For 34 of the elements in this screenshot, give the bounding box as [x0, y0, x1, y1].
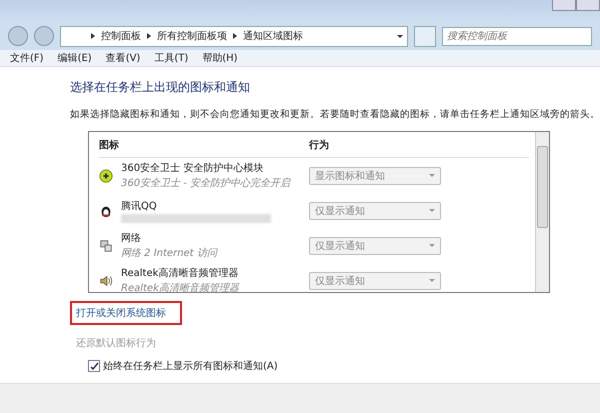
- breadcrumb[interactable]: 所有控制面板项: [157, 29, 227, 43]
- window-button[interactable]: [576, 0, 600, 11]
- link[interactable]: 打开或关闭系统图标: [70, 301, 182, 325]
- description: 如果选择隐藏图标和通知，则不会向您通知更改和更新。若要随时查看隐藏的图标，请单击任务栏上通知区域旁的箭头。: [70, 108, 600, 121]
- menu-item[interactable]: 工具(T): [154, 51, 188, 65]
- app-name: Realtek高清晰音频管理器: [121, 266, 240, 280]
- column-header: 图标: [99, 138, 120, 152]
- app-name: 腾讯QQ: [121, 200, 158, 212]
- checkbox-label: 始终在任务栏上显示所有图标和通知(A): [103, 360, 278, 373]
- window-button[interactable]: [552, 0, 576, 11]
- search-field[interactable]: 搜索控制面板: [442, 26, 592, 46]
- app-name: 360安全卫士 安全防护中心模块: [121, 162, 264, 175]
- menu-item[interactable]: 文件(F): [10, 51, 44, 65]
- scrollbar[interactable]: [535, 132, 549, 292]
- breadcrumb[interactable]: 通知区域图标: [243, 29, 303, 43]
- app-name: 网络: [121, 232, 142, 245]
- speaker-icon: [99, 274, 113, 288]
- breadcrumb[interactable]: 控制面板: [101, 29, 141, 43]
- address-bar[interactable]: 控制面板 所有控制面板项 通知区域图标: [60, 26, 408, 46]
- app-status: Realtek高清晰音频管理器: [121, 282, 240, 295]
- menu-item[interactable]: 查看(V): [106, 51, 140, 65]
- menu-item[interactable]: 编辑(E): [58, 51, 92, 65]
- app-status: 网络 2 Internet 访问: [121, 246, 219, 260]
- page-heading: 选择在任务栏上出现的图标和通知: [70, 79, 251, 96]
- network-icon: [99, 238, 113, 252]
- back-button[interactable]: [8, 26, 28, 46]
- forward-button[interactable]: [34, 26, 54, 46]
- menu-item[interactable]: 帮助(H): [202, 51, 238, 65]
- refresh-button[interactable]: [414, 26, 436, 46]
- shield-icon: [99, 168, 113, 182]
- checkbox[interactable]: [88, 360, 100, 372]
- column-header: 行为: [309, 138, 329, 152]
- app-status: 360安全卫士 - 安全防护中心完全开启: [121, 176, 292, 190]
- dropdown-arrow-icon[interactable]: [397, 34, 403, 38]
